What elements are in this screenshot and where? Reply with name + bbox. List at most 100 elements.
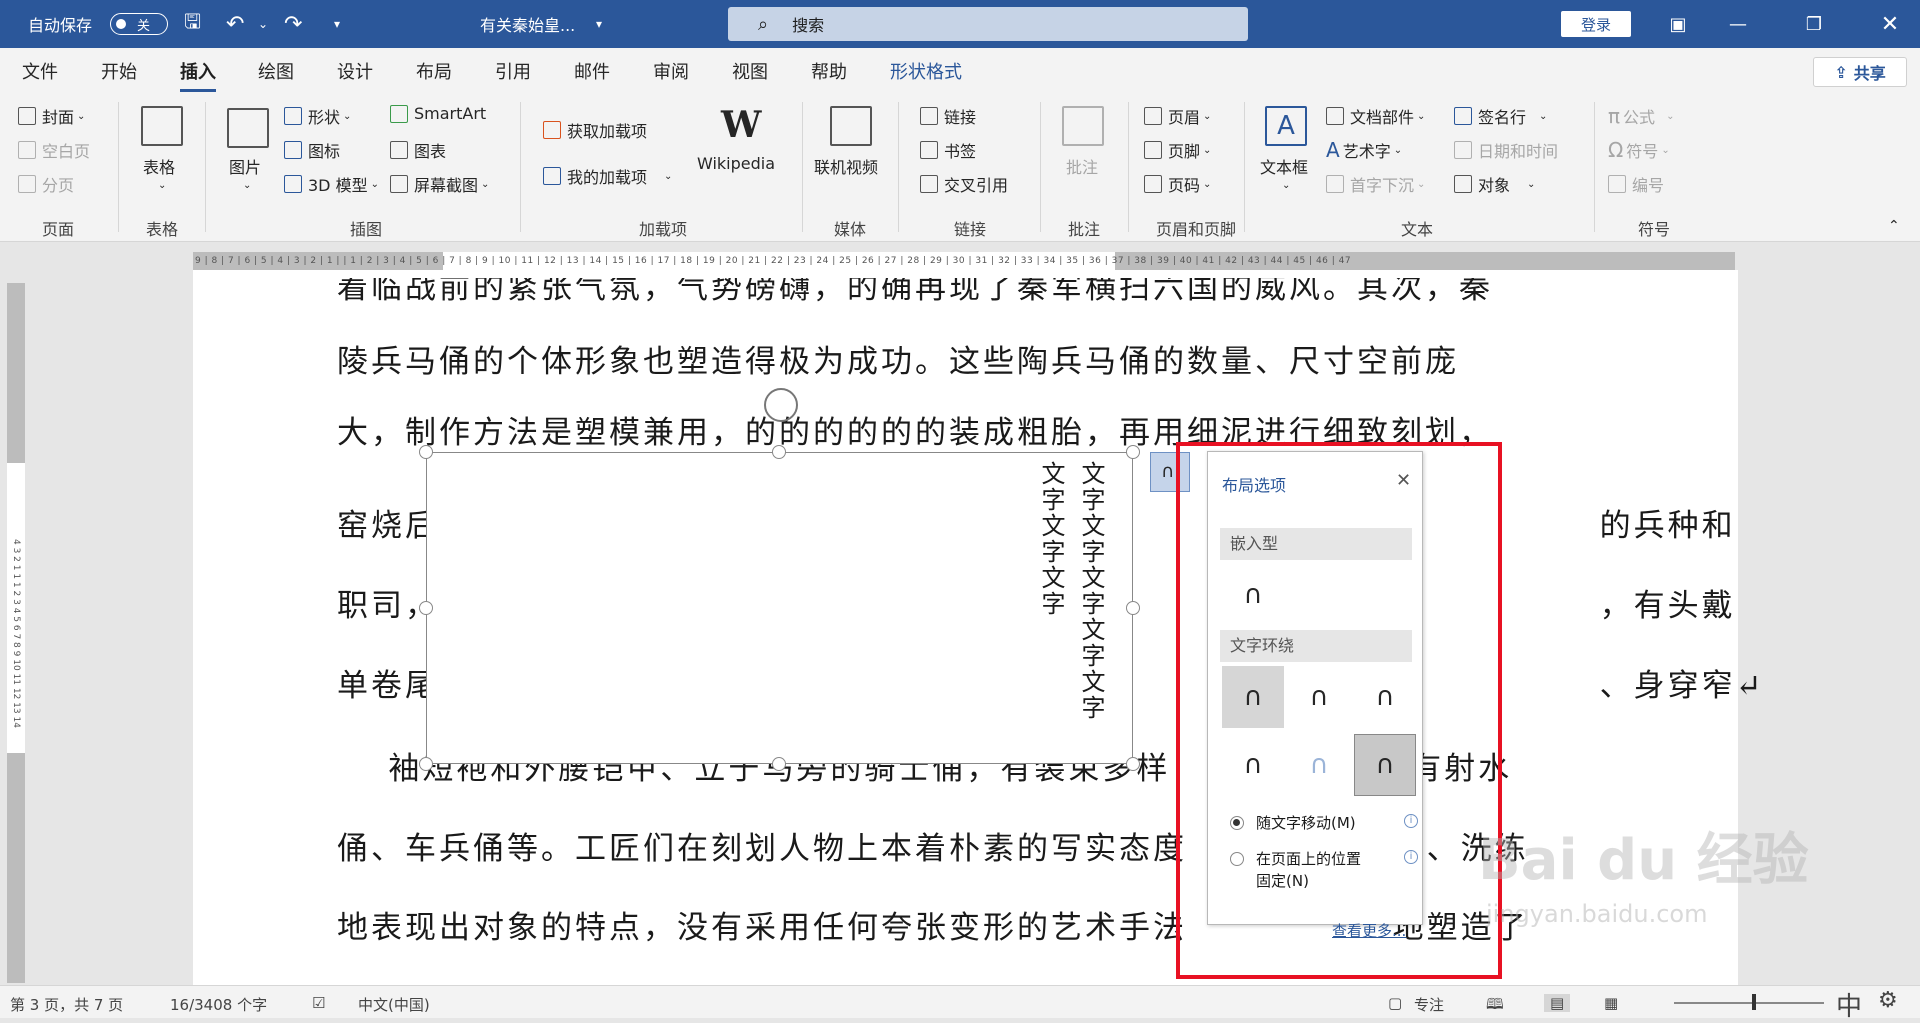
zoom-thumb[interactable] (1752, 994, 1756, 1010)
symbol-button[interactable]: Ω 符号 ⌄ (1608, 138, 1670, 162)
focus-mode[interactable]: 专注 (1414, 994, 1444, 1015)
tab-review[interactable]: 审阅 (653, 58, 689, 84)
comment-button[interactable]: 批注 (1066, 154, 1098, 178)
proofing-icon[interactable]: ☑ (312, 994, 325, 1012)
page-number-button[interactable]: 页码 ⌄ (1144, 172, 1211, 196)
screenshot-button[interactable]: 屏幕截图 ⌄ (390, 172, 489, 196)
table-icon[interactable] (141, 106, 183, 146)
zoom-slider[interactable] (1674, 1002, 1824, 1004)
resize-handle[interactable] (772, 757, 786, 771)
resize-handle[interactable] (419, 445, 433, 459)
online-video-button[interactable]: 联机视频 (814, 154, 878, 178)
chart-button[interactable]: 图表 (390, 138, 446, 162)
tab-home[interactable]: 开始 (101, 58, 137, 84)
resize-handle[interactable] (1126, 601, 1140, 615)
smartart-button[interactable]: SmartArt (390, 104, 486, 123)
equation-button[interactable]: π 公式 ⌄ (1608, 104, 1674, 128)
date-time-button[interactable]: 日期和时间 (1454, 138, 1558, 162)
get-addins-button[interactable]: 获取加载项 (543, 118, 647, 142)
tab-layout[interactable]: 布局 (416, 58, 452, 84)
read-mode-icon[interactable]: 🕮 (1486, 994, 1504, 1019)
undo-icon[interactable]: ↶ (226, 0, 244, 48)
ribbon-display-icon[interactable]: ▣ (1650, 0, 1706, 48)
tab-draw[interactable]: 绘图 (258, 58, 294, 84)
page-break-button[interactable]: 分页 (18, 172, 74, 196)
tab-help[interactable]: 帮助 (811, 58, 847, 84)
3d-model-button[interactable]: 3D 模型 ⌄ (284, 172, 379, 196)
page-number-icon (1144, 175, 1162, 193)
ribbon: 封面 ⌄ 空白页 分页 页面 表格 ⌄ 表格 图片 ⌄ 形状 ⌄ 图标 3D 模型 ⌄… (0, 94, 1920, 242)
watermark-logo: Bai du 经验 (1478, 828, 1809, 893)
shapes-button[interactable]: 形状 ⌄ (284, 104, 351, 128)
resize-handle[interactable] (419, 757, 433, 771)
language[interactable]: 中文(中国) (358, 994, 430, 1015)
wikipedia-icon[interactable]: W (721, 104, 761, 146)
undo-dropdown-icon[interactable]: ⌄ (258, 0, 268, 48)
tab-insert[interactable]: 插入 (180, 58, 216, 92)
my-addins-button[interactable]: 我的加载项 ⌄ (543, 164, 672, 188)
chevron-down-icon: ⌄ (343, 110, 352, 122)
tab-view[interactable]: 视图 (732, 58, 768, 84)
customize-qat-icon[interactable]: ▾ (334, 0, 340, 48)
tab-design[interactable]: 设计 (337, 58, 373, 84)
header-button[interactable]: 页眉 ⌄ (1144, 104, 1211, 128)
resize-handle[interactable] (1126, 757, 1140, 771)
chart-icon (390, 141, 408, 159)
settings-gear-icon[interactable]: ⚙ (1878, 988, 1898, 1013)
textbox-icon[interactable]: A (1265, 106, 1307, 146)
online-video-icon[interactable] (830, 106, 872, 146)
autosave-toggle[interactable]: 关 (110, 13, 168, 35)
footer-button[interactable]: 页脚 ⌄ (1144, 138, 1211, 162)
quick-parts-button[interactable]: 文档部件 ⌄ (1326, 104, 1425, 128)
drop-cap-button[interactable]: 首字下沉 ⌄ (1326, 172, 1425, 196)
link-button[interactable]: 链接 (920, 104, 976, 128)
login-button[interactable]: 登录 (1561, 11, 1631, 37)
close-icon[interactable]: ✕ (1862, 0, 1918, 48)
bookmark-icon (920, 141, 938, 159)
horizontal-ruler[interactable]: 9 | 8 | 7 | 6 | 5 | 4 | 3 | 2 | 1 | | 1 … (193, 252, 1735, 270)
tab-file[interactable]: 文件 (22, 58, 58, 84)
textbox-column-2[interactable]: 文字文字文字文字文字 (1077, 461, 1105, 721)
page-count[interactable]: 第 3 页，共 7 页 (10, 994, 123, 1015)
textbox-button[interactable]: 文本框 (1260, 154, 1308, 178)
rotate-handle-icon[interactable] (764, 388, 798, 422)
word-count[interactable]: 16/3408 个字 (170, 994, 267, 1015)
redo-icon[interactable]: ↷ (284, 0, 302, 48)
blank-page-button[interactable]: 空白页 (18, 138, 90, 162)
object-button[interactable]: 对象 ⌄ (1454, 172, 1535, 196)
text-line[interactable]: 陵兵马俑的个体形象也塑造得极为成功。这些陶兵马俑的数量、尺寸空前庞 (337, 336, 1459, 381)
picture-icon[interactable] (227, 108, 269, 148)
table-button[interactable]: 表格 (143, 154, 175, 178)
resize-handle[interactable] (419, 601, 433, 615)
collapse-ribbon-icon[interactable]: ⌃ (1888, 218, 1900, 234)
icons-button[interactable]: 图标 (284, 138, 340, 162)
ime-indicator[interactable]: 中 (1836, 986, 1862, 1023)
document-title[interactable]: 有关秦始皇... (480, 0, 575, 48)
cover-page-button[interactable]: 封面 ⌄ (18, 104, 85, 128)
cross-reference-button[interactable]: 交叉引用 (920, 172, 1008, 196)
vertical-ruler[interactable]: 4 3 2 1 1 1 2 3 4 5 6 7 8 9 10 11 12 13 … (7, 283, 25, 983)
numbering-button[interactable]: 编号 (1608, 172, 1664, 196)
minimize-icon[interactable]: — (1710, 0, 1766, 48)
restore-icon[interactable]: ❐ (1786, 0, 1842, 48)
bookmark-button[interactable]: 书签 (920, 138, 976, 162)
resize-handle[interactable] (1126, 445, 1140, 459)
textbox-column-1[interactable]: 文字文字文字 (1037, 461, 1065, 617)
search-box[interactable]: ⌕ 搜索 (728, 7, 1248, 41)
share-button[interactable]: ⇪ 共享 (1813, 57, 1907, 87)
wikipedia-button[interactable]: Wikipedia (697, 154, 775, 173)
signature-line-button[interactable]: 签名行 ⌄ (1454, 104, 1547, 128)
focus-icon[interactable]: ▢ (1388, 994, 1402, 1012)
wordart-button[interactable]: A 艺术字 ⌄ (1326, 138, 1402, 162)
print-layout-icon[interactable]: ▤ (1544, 994, 1571, 1012)
tab-references[interactable]: 引用 (495, 58, 531, 84)
picture-button[interactable]: 图片 (229, 154, 261, 178)
resize-handle[interactable] (772, 445, 786, 459)
save-icon[interactable]: 🖫 (184, 0, 201, 48)
tab-shape-format[interactable]: 形状格式 (890, 58, 962, 84)
web-layout-icon[interactable]: ▦ (1604, 994, 1618, 1012)
tab-mailings[interactable]: 邮件 (574, 58, 610, 84)
title-dropdown-icon[interactable]: ▾ (596, 0, 602, 48)
text-box-shape[interactable]: 文字文字文字 文字文字文字文字文字 (426, 452, 1133, 764)
comment-icon[interactable] (1062, 106, 1104, 146)
